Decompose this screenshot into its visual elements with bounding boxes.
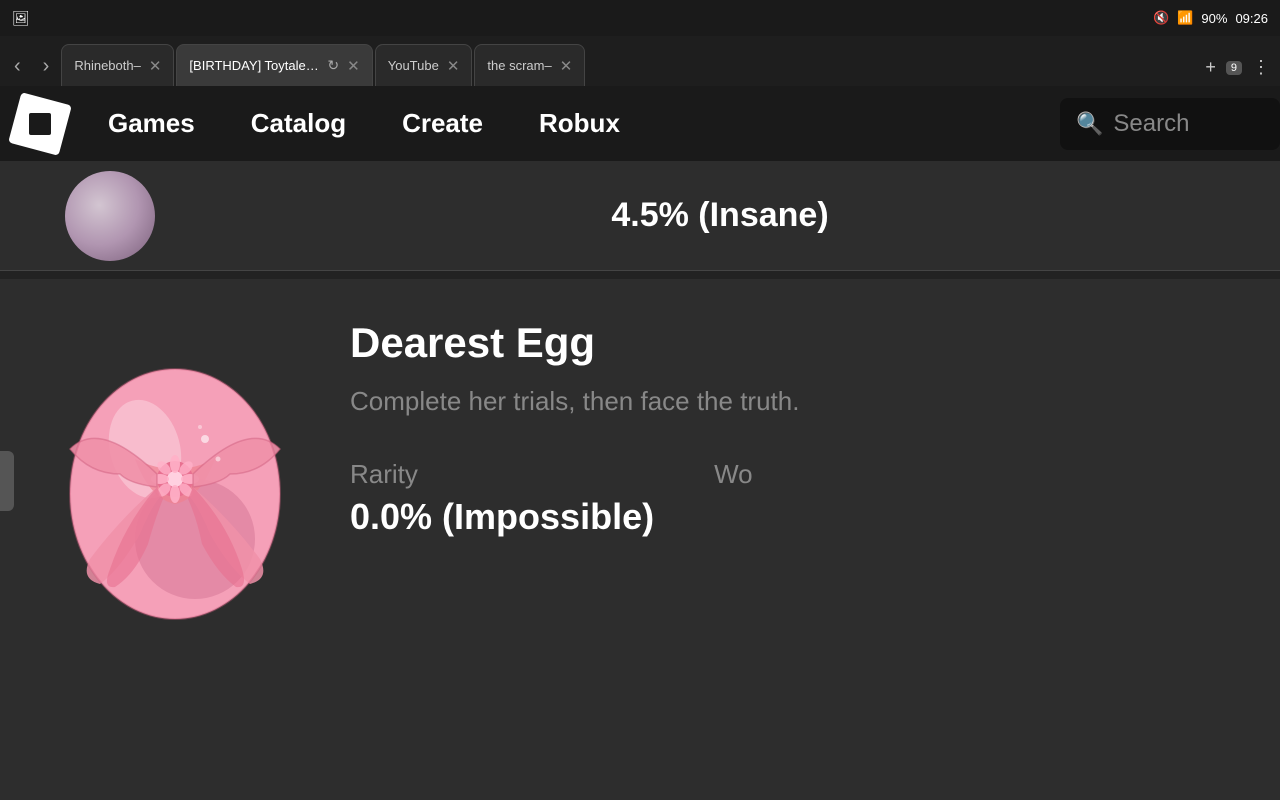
item-name: Dearest Egg [350, 319, 1260, 367]
item-description: Complete her trials, then face the truth… [350, 383, 1260, 419]
nav-bar: Games Catalog Create Robux 🔍 Search [0, 86, 1280, 161]
nav-catalog[interactable]: Catalog [223, 86, 374, 161]
tab-rhineboth[interactable]: Rhineboth– ✕ [61, 44, 174, 86]
nav-robux[interactable]: Robux [511, 86, 648, 161]
rarity-label: Rarity [350, 459, 654, 490]
tab-bar: ‹ › Rhineboth– ✕ [BIRTHDAY] Toytale Role… [0, 36, 1280, 86]
search-bar[interactable]: 🔍 Search [1060, 98, 1280, 150]
battery-text: 90% [1201, 11, 1227, 26]
tab-birthday-close[interactable]: ✕ [347, 57, 360, 75]
rarity-value: 0.0% (Impossible) [350, 496, 654, 538]
search-placeholder-text: Search [1113, 110, 1189, 138]
status-bar: 🖼 🔇 📶 90% 09:26 [0, 0, 1280, 36]
main-item-section: Dearest Egg Complete her trials, then fa… [0, 279, 1280, 679]
status-left: 🖼 [12, 10, 30, 27]
top-item-section: 4.5% (Insane) [0, 161, 1280, 271]
tab-scram-title: the scram– [487, 58, 551, 73]
mute-icon: 🔇 [1153, 10, 1169, 26]
tab-birthday-title: [BIRTHDAY] Toytale Roleplay – [189, 58, 319, 73]
top-item-info: 4.5% (Insane) [190, 196, 1250, 235]
egg-image [30, 319, 320, 639]
item-details: Dearest Egg Complete her trials, then fa… [350, 309, 1260, 538]
tab-scram[interactable]: the scram– ✕ [474, 44, 585, 86]
nav-links: Games Catalog Create Robux [80, 86, 1060, 161]
tab-actions: + 9 ⋮ [1199, 53, 1276, 86]
nav-games[interactable]: Games [80, 86, 223, 161]
tab-youtube[interactable]: YouTube ✕ [375, 44, 473, 86]
tab-count-badge: 9 [1226, 61, 1242, 75]
tab-youtube-close[interactable]: ✕ [447, 57, 460, 75]
browser-menu-button[interactable]: ⋮ [1246, 53, 1276, 82]
time-text: 09:26 [1235, 11, 1268, 26]
status-right: 🔇 📶 90% 09:26 [1153, 10, 1268, 26]
roblox-logo[interactable] [0, 86, 80, 161]
orb-image [65, 171, 155, 261]
wifi-icon: 📶 [1177, 10, 1193, 26]
tab-rhineboth-close[interactable]: ✕ [149, 57, 162, 75]
section-divider [0, 271, 1280, 279]
tab-birthday[interactable]: [BIRTHDAY] Toytale Roleplay – ↻ ✕ [176, 44, 372, 86]
screenshot-icon: 🖼 [12, 10, 30, 27]
item-stats: Rarity 0.0% (Impossible) Wo [350, 459, 1260, 538]
tab-scram-close[interactable]: ✕ [560, 57, 573, 75]
worth-stat: Wo [714, 459, 753, 538]
top-item-rarity-value: 4.5% (Insane) [190, 196, 1250, 235]
egg-container [20, 309, 330, 649]
worth-label: Wo [714, 459, 753, 490]
top-item-image [30, 171, 190, 261]
new-tab-button[interactable]: + [1199, 53, 1222, 82]
search-icon: 🔍 [1076, 111, 1103, 137]
forward-button[interactable]: › [33, 47, 60, 86]
roblox-logo-inner [8, 92, 72, 156]
back-button[interactable]: ‹ [4, 47, 31, 86]
tab-youtube-title: YouTube [388, 58, 439, 73]
tab-birthday-reload[interactable]: ↻ [327, 57, 339, 74]
side-handle[interactable] [0, 451, 14, 511]
content-area: 4.5% (Insane) [0, 161, 1280, 800]
tab-rhineboth-title: Rhineboth– [74, 58, 141, 73]
rarity-stat: Rarity 0.0% (Impossible) [350, 459, 654, 538]
nav-create[interactable]: Create [374, 86, 511, 161]
roblox-logo-dot [29, 113, 51, 135]
